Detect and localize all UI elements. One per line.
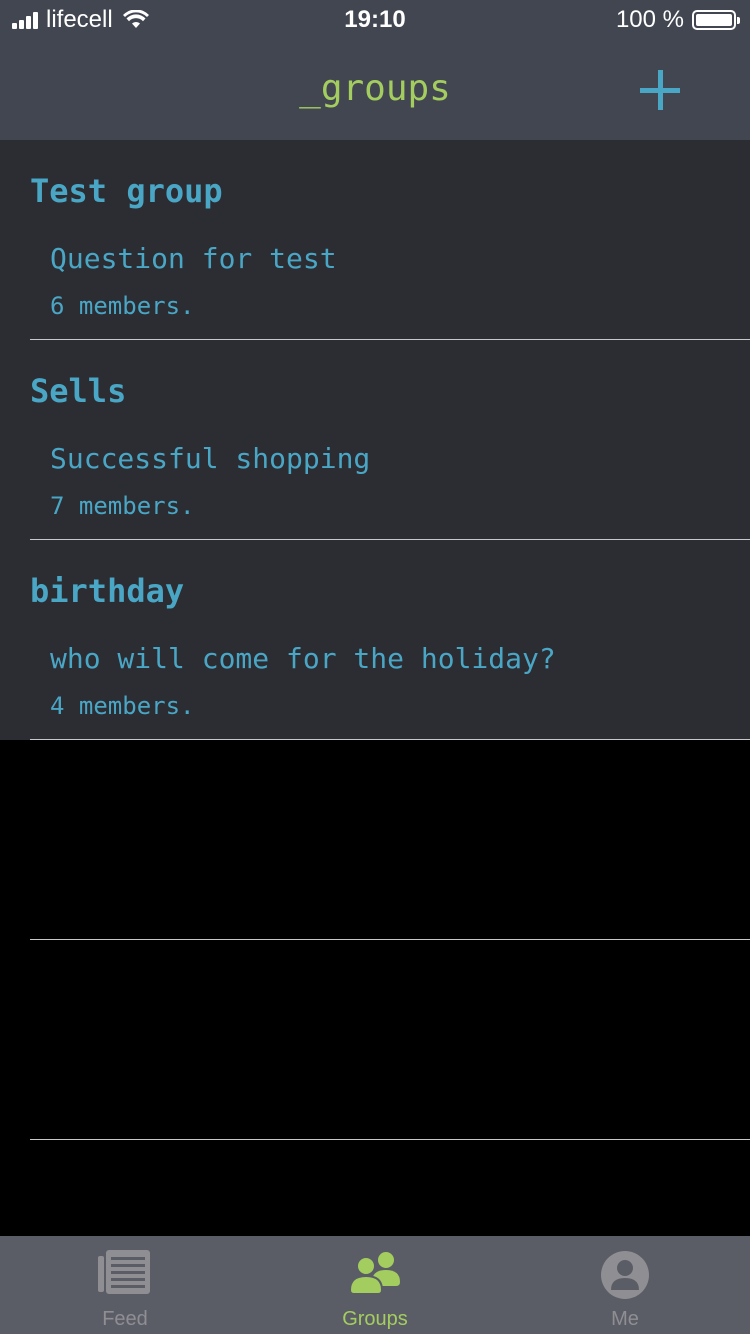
tab-feed[interactable]: Feed xyxy=(0,1236,250,1334)
battery-percent: 100 % xyxy=(615,6,684,33)
group-row[interactable]: birthday who will come for the holiday? … xyxy=(0,540,750,740)
add-group-button[interactable] xyxy=(640,70,680,110)
group-question: who will come for the holiday? xyxy=(50,642,556,675)
group-row[interactable]: Test group Question for test 6 members. xyxy=(0,140,750,340)
people-icon xyxy=(350,1252,400,1294)
group-name: Sells xyxy=(30,372,127,410)
group-question: Question for test xyxy=(50,242,337,275)
empty-row xyxy=(0,740,750,940)
tab-label: Feed xyxy=(102,1308,148,1330)
group-name: birthday xyxy=(30,572,185,610)
tab-label: Groups xyxy=(342,1308,408,1330)
group-name: Test group xyxy=(30,172,223,210)
person-circle-icon xyxy=(601,1251,649,1299)
group-question: Successful shopping xyxy=(50,442,371,475)
group-row[interactable]: Sells Successful shopping 7 members. xyxy=(0,340,750,540)
group-members-count: 4 members. xyxy=(50,692,195,720)
row-divider xyxy=(30,1139,750,1140)
newspaper-icon xyxy=(98,1250,150,1294)
battery-icon xyxy=(692,10,740,30)
group-members-count: 7 members. xyxy=(50,492,195,520)
tab-me[interactable]: Me xyxy=(500,1236,750,1334)
tab-label: Me xyxy=(611,1308,639,1330)
navigation-bar: _groups xyxy=(0,40,750,140)
group-members-count: 6 members. xyxy=(50,292,195,320)
status-bar: lifecell 19:10 100 % xyxy=(0,0,750,40)
status-right: 100 % xyxy=(615,6,740,33)
empty-row xyxy=(0,940,750,1140)
group-list: Test group Question for test 6 members. … xyxy=(0,140,750,1140)
tab-groups[interactable]: Groups xyxy=(250,1236,500,1334)
page-title: _groups xyxy=(299,68,451,109)
tab-bar: Feed Groups Me xyxy=(0,1236,750,1334)
